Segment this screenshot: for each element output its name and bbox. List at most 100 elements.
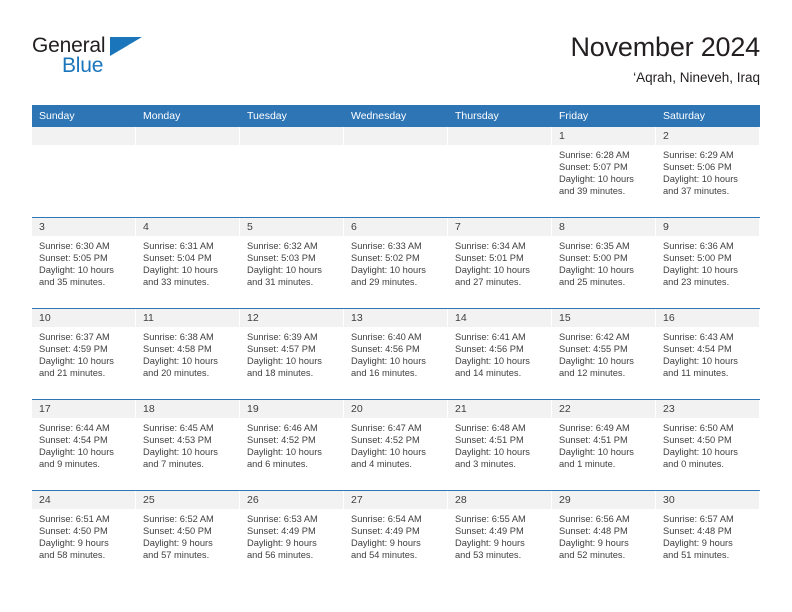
sunrise-text: Sunrise: 6:56 AM — [559, 514, 630, 524]
calendar-day-cell[interactable]: 21 Sunrise: 6:48 AM Sunset: 4:51 PM Dayligh… — [448, 399, 552, 491]
day-cell-inner: 10 Sunrise: 6:37 AM Sunset: 4:59 PM Dayligh… — [32, 309, 136, 399]
daylight-text-line2: and 11 minutes. — [663, 368, 729, 379]
calendar-cell-empty — [32, 127, 136, 218]
day-cell-inner — [448, 127, 552, 217]
daylight-text-line2: and 37 minutes. — [663, 186, 730, 197]
calendar-day-cell[interactable]: 19 Sunrise: 6:46 AM Sunset: 4:52 PM Dayligh… — [240, 399, 344, 491]
day-details: Sunrise: 6:56 AM Sunset: 4:48 PM Daylight:… — [552, 509, 656, 561]
calendar-day-cell[interactable]: 29 Sunrise: 6:56 AM Sunset: 4:48 PM Dayligh… — [552, 490, 656, 581]
day-cell-inner: 7 Sunrise: 6:34 AM Sunset: 5:01 PM Daylight… — [448, 218, 552, 308]
calendar-day-cell[interactable]: 7 Sunrise: 6:34 AM Sunset: 5:01 PM Daylight… — [448, 217, 552, 309]
sunset-text: Sunset: 4:59 PM — [39, 344, 108, 355]
calendar-day-cell[interactable]: 15 Sunrise: 6:42 AM Sunset: 4:55 PM Dayligh… — [552, 308, 656, 400]
sunrise-text: Sunrise: 6:57 AM — [663, 514, 734, 524]
daylight-text-line1: Daylight: 10 hours — [663, 174, 738, 185]
day-number: 11 — [136, 309, 240, 327]
daylight-text-line1: Daylight: 10 hours — [143, 265, 218, 276]
day-details: Sunrise: 6:46 AM Sunset: 4:52 PM Daylight:… — [240, 418, 344, 470]
page-title: November 2024 — [570, 32, 760, 62]
calendar-day-cell[interactable]: 3 Sunrise: 6:30 AM Sunset: 5:05 PM Daylight… — [32, 217, 136, 309]
sunset-text: Sunset: 4:56 PM — [455, 344, 524, 355]
calendar-day-cell[interactable]: 4 Sunrise: 6:31 AM Sunset: 5:04 PM Daylight… — [136, 217, 240, 309]
sunset-text: Sunset: 4:48 PM — [559, 526, 628, 537]
day-cell-inner: 20 Sunrise: 6:47 AM Sunset: 4:52 PM Dayligh… — [344, 400, 448, 490]
calendar-day-cell[interactable]: 25 Sunrise: 6:52 AM Sunset: 4:50 PM Dayligh… — [136, 490, 240, 581]
title-block: November 2024 ‘Aqrah, Nineveh, Iraq — [570, 30, 760, 87]
calendar-cell-empty — [240, 127, 344, 218]
weekday-header-wednesday: Wednesday — [344, 105, 448, 127]
day-details: Sunrise: 6:30 AM Sunset: 5:05 PM Daylight:… — [32, 236, 136, 288]
day-cell-inner: 22 Sunrise: 6:49 AM Sunset: 4:51 PM Dayligh… — [552, 400, 656, 490]
daylight-text-line2: and 57 minutes. — [143, 550, 210, 561]
daylight-text-line1: Daylight: 9 hours — [455, 538, 525, 549]
calendar-day-cell[interactable]: 26 Sunrise: 6:53 AM Sunset: 4:49 PM Dayligh… — [240, 490, 344, 581]
weekday-header-friday: Friday — [552, 105, 656, 127]
daylight-text-line2: and 31 minutes. — [247, 277, 314, 288]
calendar-day-cell[interactable]: 8 Sunrise: 6:35 AM Sunset: 5:00 PM Daylight… — [552, 217, 656, 309]
daylight-text-line2: and 54 minutes. — [351, 550, 418, 561]
sunset-text: Sunset: 5:01 PM — [455, 253, 524, 264]
day-number: 24 — [32, 491, 136, 509]
calendar-day-cell[interactable]: 24 Sunrise: 6:51 AM Sunset: 4:50 PM Dayligh… — [32, 490, 136, 581]
daylight-text-line2: and 56 minutes. — [247, 550, 314, 561]
day-details: Sunrise: 6:42 AM Sunset: 4:55 PM Daylight:… — [552, 327, 656, 379]
calendar-day-cell[interactable]: 22 Sunrise: 6:49 AM Sunset: 4:51 PM Dayligh… — [552, 399, 656, 491]
calendar-day-cell[interactable]: 16 Sunrise: 6:43 AM Sunset: 4:54 PM Dayligh… — [656, 308, 760, 400]
calendar-day-cell[interactable]: 1 Sunrise: 6:28 AM Sunset: 5:07 PM Daylight… — [552, 127, 656, 218]
sunset-text: Sunset: 5:04 PM — [143, 253, 212, 264]
day-cell-inner: 24 Sunrise: 6:51 AM Sunset: 4:50 PM Dayligh… — [32, 491, 136, 581]
calendar-week-row: 1 Sunrise: 6:28 AM Sunset: 5:07 PM Daylight… — [32, 127, 760, 218]
daylight-text-line2: and 6 minutes. — [247, 459, 308, 470]
calendar-day-cell[interactable]: 9 Sunrise: 6:36 AM Sunset: 5:00 PM Daylight… — [656, 217, 760, 309]
calendar-day-cell[interactable]: 20 Sunrise: 6:47 AM Sunset: 4:52 PM Dayligh… — [344, 399, 448, 491]
calendar-day-cell[interactable]: 12 Sunrise: 6:39 AM Sunset: 4:57 PM Dayligh… — [240, 308, 344, 400]
daylight-text-line1: Daylight: 10 hours — [247, 356, 322, 367]
daylight-text-line2: and 21 minutes. — [39, 368, 106, 379]
daylight-text-line2: and 29 minutes. — [351, 277, 418, 288]
calendar-day-cell[interactable]: 27 Sunrise: 6:54 AM Sunset: 4:49 PM Dayligh… — [344, 490, 448, 581]
sunset-text: Sunset: 4:48 PM — [663, 526, 732, 537]
calendar-day-cell[interactable]: 2 Sunrise: 6:29 AM Sunset: 5:06 PM Daylight… — [656, 127, 760, 218]
day-details: Sunrise: 6:57 AM Sunset: 4:48 PM Daylight:… — [656, 509, 760, 561]
general-blue-logo[interactable]: General Blue — [32, 34, 282, 94]
daylight-text-line1: Daylight: 10 hours — [143, 447, 218, 458]
sunrise-text: Sunrise: 6:52 AM — [143, 514, 214, 524]
sunrise-text: Sunrise: 6:28 AM — [559, 150, 630, 160]
calendar-day-cell[interactable]: 5 Sunrise: 6:32 AM Sunset: 5:03 PM Daylight… — [240, 217, 344, 309]
sunset-text: Sunset: 4:53 PM — [143, 435, 212, 446]
daylight-text-line2: and 53 minutes. — [455, 550, 522, 561]
sunrise-text: Sunrise: 6:30 AM — [39, 241, 110, 251]
daylight-text-line1: Daylight: 10 hours — [39, 356, 114, 367]
calendar-day-cell[interactable]: 10 Sunrise: 6:37 AM Sunset: 4:59 PM Dayligh… — [32, 308, 136, 400]
day-cell-inner: 5 Sunrise: 6:32 AM Sunset: 5:03 PM Daylight… — [240, 218, 344, 308]
day-number: 12 — [240, 309, 344, 327]
calendar-day-cell[interactable]: 14 Sunrise: 6:41 AM Sunset: 4:56 PM Dayligh… — [448, 308, 552, 400]
calendar-day-cell[interactable]: 13 Sunrise: 6:40 AM Sunset: 4:56 PM Dayligh… — [344, 308, 448, 400]
daylight-text-line1: Daylight: 9 hours — [247, 538, 317, 549]
daylight-text-line2: and 18 minutes. — [247, 368, 314, 379]
daylight-text-line1: Daylight: 10 hours — [143, 356, 218, 367]
daylight-text-line1: Daylight: 9 hours — [663, 538, 733, 549]
calendar-day-cell[interactable]: 6 Sunrise: 6:33 AM Sunset: 5:02 PM Daylight… — [344, 217, 448, 309]
daylight-text-line1: Daylight: 10 hours — [39, 265, 114, 276]
day-cell-inner: 27 Sunrise: 6:54 AM Sunset: 4:49 PM Dayligh… — [344, 491, 448, 581]
day-details: Sunrise: 6:40 AM Sunset: 4:56 PM Daylight:… — [344, 327, 448, 379]
calendar-day-cell[interactable]: 30 Sunrise: 6:57 AM Sunset: 4:48 PM Dayligh… — [656, 490, 760, 581]
calendar-day-cell[interactable]: 18 Sunrise: 6:45 AM Sunset: 4:53 PM Dayligh… — [136, 399, 240, 491]
sunset-text: Sunset: 4:50 PM — [663, 435, 732, 446]
daylight-text-line2: and 33 minutes. — [143, 277, 210, 288]
sunrise-text: Sunrise: 6:51 AM — [39, 514, 110, 524]
daylight-text-line1: Daylight: 10 hours — [351, 356, 426, 367]
calendar-week-row: 3 Sunrise: 6:30 AM Sunset: 5:05 PM Daylight… — [32, 217, 760, 309]
daylight-text-line1: Daylight: 9 hours — [143, 538, 213, 549]
day-cell-inner: 12 Sunrise: 6:39 AM Sunset: 4:57 PM Dayligh… — [240, 309, 344, 399]
calendar-day-cell[interactable]: 17 Sunrise: 6:44 AM Sunset: 4:54 PM Dayligh… — [32, 399, 136, 491]
weekday-header-monday: Monday — [136, 105, 240, 127]
day-cell-inner — [136, 127, 240, 217]
day-cell-inner: 29 Sunrise: 6:56 AM Sunset: 4:48 PM Dayligh… — [552, 491, 656, 581]
calendar-day-cell[interactable]: 11 Sunrise: 6:38 AM Sunset: 4:58 PM Dayligh… — [136, 308, 240, 400]
calendar-day-cell[interactable]: 23 Sunrise: 6:50 AM Sunset: 4:50 PM Dayligh… — [656, 399, 760, 491]
day-number: 27 — [344, 491, 448, 509]
day-number: 6 — [344, 218, 448, 236]
calendar-day-cell[interactable]: 28 Sunrise: 6:55 AM Sunset: 4:49 PM Dayligh… — [448, 490, 552, 581]
